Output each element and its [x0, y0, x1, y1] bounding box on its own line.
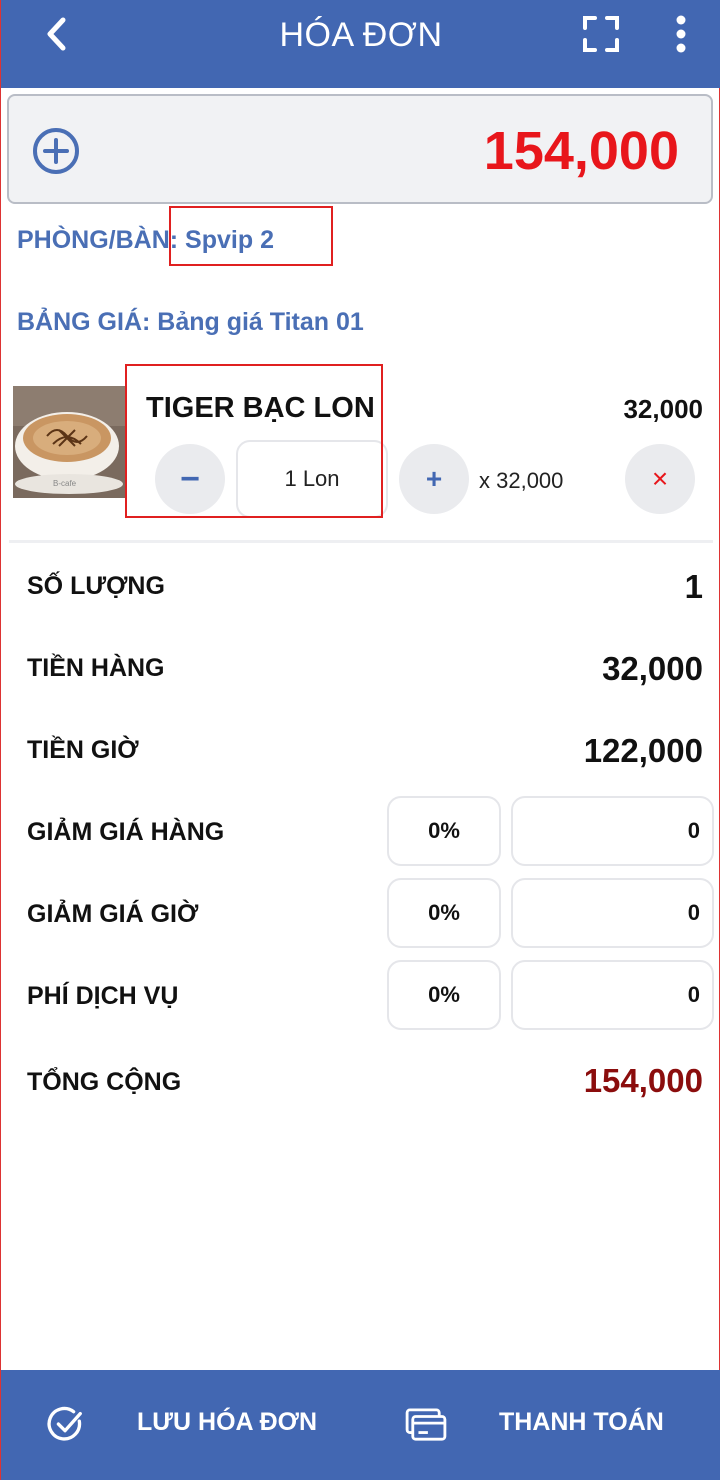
plus-icon: +: [425, 463, 443, 494]
goods-discount-label: GIẢM GIÁ HÀNG: [27, 818, 225, 846]
quantity-value: 1: [684, 568, 703, 605]
add-circle-icon[interactable]: [31, 126, 81, 176]
total-amount: 154,000: [483, 121, 679, 181]
save-invoice-button[interactable]: LƯU HÓA ĐƠN: [1, 1370, 361, 1480]
time-discount-label: GIẢM GIÁ GIỜ: [27, 900, 199, 928]
quantity-field[interactable]: 1 Lon: [236, 440, 388, 518]
minus-icon: −: [180, 459, 200, 498]
more-vertical-icon[interactable]: [665, 12, 697, 56]
checkout-button[interactable]: THANH TOÁN: [361, 1370, 720, 1480]
room-table-label[interactable]: PHÒNG/BÀN: Spvip 2: [17, 226, 274, 255]
close-icon: ×: [651, 463, 669, 494]
save-invoice-label: LƯU HÓA ĐƠN: [137, 1408, 318, 1436]
check-circle-icon: [47, 1406, 82, 1441]
service-fee-percent-field[interactable]: 0%: [387, 960, 501, 1030]
goods-amount-value: 32,000: [602, 650, 703, 687]
svg-text:B-cafe: B-cafe: [53, 479, 77, 488]
unit-price: x 32,000: [479, 468, 564, 493]
fullscreen-icon[interactable]: [581, 14, 621, 54]
time-discount-percent-field[interactable]: 0%: [387, 878, 501, 948]
time-amount-label: TIỀN GIỜ: [27, 736, 139, 764]
service-fee-amount-field[interactable]: 0: [511, 960, 714, 1030]
goods-discount-percent-field[interactable]: 0%: [387, 796, 501, 866]
remove-item-button[interactable]: ×: [625, 444, 695, 514]
time-discount-amount-field[interactable]: 0: [511, 878, 714, 948]
payment-card-icon: [405, 1408, 447, 1441]
goods-discount-amount-field[interactable]: 0: [511, 796, 714, 866]
top-app-bar: HÓA ĐƠN: [1, 0, 720, 88]
item-price: 32,000: [623, 394, 703, 424]
product-photo: B-cafe: [13, 386, 125, 498]
item-name: TIGER BẠC LON: [146, 392, 375, 424]
quantity-label: SỐ LƯỢNG: [27, 572, 165, 600]
decrease-quantity-button[interactable]: −: [155, 444, 225, 514]
service-fee-label: PHÍ DỊCH VỤ: [27, 982, 179, 1010]
bottom-action-bar: LƯU HÓA ĐƠN THANH TOÁN: [1, 1370, 720, 1480]
checkout-label: THANH TOÁN: [499, 1408, 664, 1436]
divider: [9, 540, 713, 543]
grand-total-label: TỔNG CỘNG: [27, 1068, 182, 1096]
time-amount-value: 122,000: [583, 732, 703, 769]
grand-total-value: 154,000: [583, 1062, 703, 1099]
invoice-total-box: 154,000: [7, 94, 713, 204]
increase-quantity-button[interactable]: +: [399, 444, 469, 514]
pricebook-label[interactable]: BẢNG GIÁ: Bảng giá Titan 01: [17, 308, 364, 337]
goods-amount-label: TIỀN HÀNG: [27, 654, 165, 682]
